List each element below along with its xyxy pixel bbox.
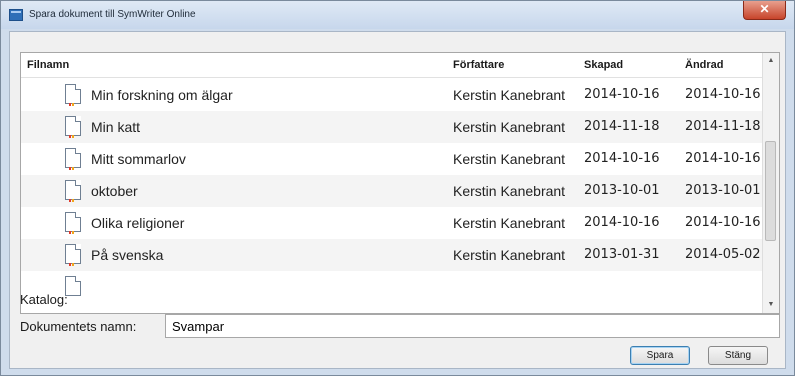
file-list[interactable]: Filnamn Författare Skapad Ändrad Min for… (20, 52, 780, 314)
file-author: Kerstin Kanebrant (453, 119, 566, 135)
file-modified: 2014-10-16 (685, 87, 761, 102)
document-icon (65, 212, 81, 252)
file-modified: 2013-10-01 (685, 183, 761, 198)
file-modified: 2014-10-16 (685, 215, 761, 230)
save-button[interactable]: Spara (630, 346, 690, 365)
scroll-thumb[interactable] (765, 141, 776, 241)
file-name: På svenska (91, 247, 164, 263)
table-row[interactable]: Olika religioner Kerstin Kanebrant 2014-… (21, 207, 765, 252)
file-modified: 2014-05-02 (685, 247, 761, 262)
table-row[interactable]: På svenska Kerstin Kanebrant 2013-01-31 … (21, 239, 765, 284)
file-created: 2014-10-16 (584, 215, 660, 230)
file-author: Kerstin Kanebrant (453, 247, 566, 263)
catalog-label: Katalog: (20, 292, 68, 307)
file-modified: 2014-10-16 (685, 151, 761, 166)
document-name-input[interactable] (165, 314, 780, 338)
column-header-author[interactable]: Författare (453, 59, 504, 71)
column-header-created[interactable]: Skapad (584, 59, 623, 71)
column-header-filename[interactable]: Filnamn (27, 59, 69, 71)
column-header-modified[interactable]: Ändrad (685, 59, 724, 71)
file-created: 2014-10-16 (584, 151, 660, 166)
file-name: Mitt sommarlov (91, 151, 186, 167)
table-row[interactable]: Min katt Kerstin Kanebrant 2014-11-18 20… (21, 111, 765, 156)
close-button[interactable]: Stäng (708, 346, 768, 365)
table-row[interactable]: Min forskning om älgar Kerstin Kanebrant… (21, 79, 765, 124)
file-name: Min forskning om älgar (91, 87, 233, 103)
table-row[interactable]: oktober Kerstin Kanebrant 2013-10-01 201… (21, 175, 765, 220)
file-created: 2013-10-01 (584, 183, 660, 198)
list-rows: Min forskning om älgar Kerstin Kanebrant… (21, 77, 765, 313)
file-name: Olika religioner (91, 215, 185, 231)
file-created: 2014-11-18 (584, 119, 660, 134)
file-name: Min katt (91, 119, 141, 135)
file-name: oktober (91, 183, 138, 199)
scroll-up-icon[interactable]: ▲ (763, 53, 779, 69)
document-icon (65, 244, 81, 284)
dialog-body: Filnamn Författare Skapad Ändrad Min for… (9, 31, 786, 369)
save-dialog: Spara dokument till SymWriter Online ✕ F… (0, 0, 795, 376)
document-icon (65, 180, 81, 220)
document-icon (65, 116, 81, 156)
file-author: Kerstin Kanebrant (453, 215, 566, 231)
file-created: 2014-10-16 (584, 87, 660, 102)
file-created: 2013-01-31 (584, 247, 660, 262)
document-icon (65, 148, 81, 188)
list-header: Filnamn Författare Skapad Ändrad (21, 53, 765, 78)
file-author: Kerstin Kanebrant (453, 183, 566, 199)
file-author: Kerstin Kanebrant (453, 87, 566, 103)
file-author: Kerstin Kanebrant (453, 151, 566, 167)
vertical-scrollbar[interactable]: ▲ ▼ (762, 53, 779, 313)
table-row[interactable]: Mitt sommarlov Kerstin Kanebrant 2014-10… (21, 143, 765, 188)
document-name-label: Dokumentets namn: (20, 319, 137, 334)
title-bar[interactable]: Spara dokument till SymWriter Online ✕ (1, 1, 794, 29)
table-row[interactable] (21, 271, 765, 303)
file-modified: 2014-11-18 (685, 119, 761, 134)
scroll-down-icon[interactable]: ▼ (763, 297, 779, 313)
close-icon[interactable]: ✕ (743, 1, 786, 20)
app-window-icon (9, 9, 23, 21)
window-title: Spara dokument till SymWriter Online (29, 9, 196, 20)
document-icon (65, 84, 81, 124)
